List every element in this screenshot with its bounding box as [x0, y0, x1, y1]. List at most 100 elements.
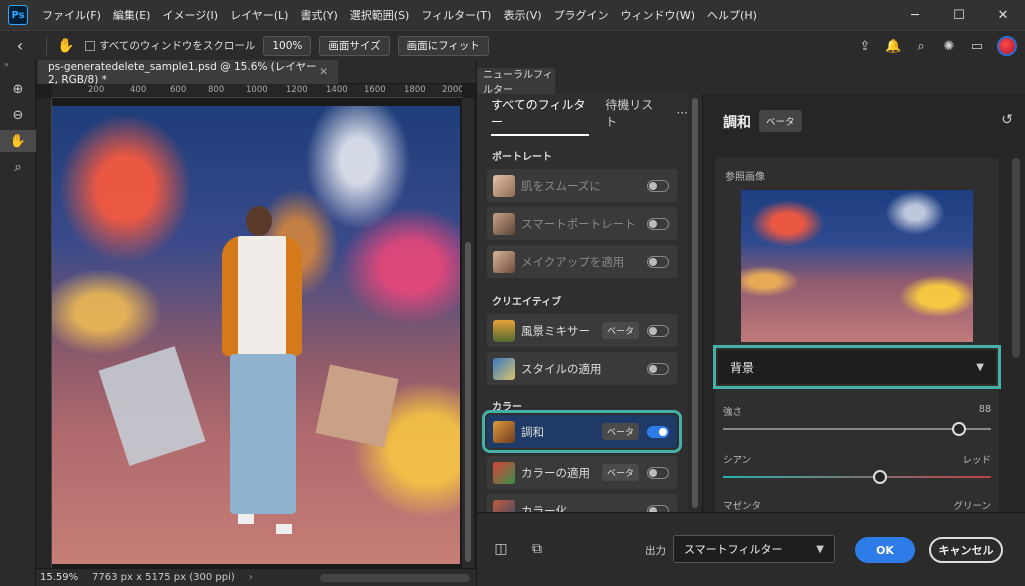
slider-handle[interactable] — [873, 470, 887, 484]
portrait-thumbnail-icon — [493, 212, 515, 235]
filter-list-scrollbar[interactable] — [688, 94, 702, 512]
more-options-icon[interactable]: ··· — [677, 106, 688, 126]
filter-smooth-skin[interactable]: 肌をスムーズに — [487, 169, 677, 202]
layer-preview-icon[interactable]: ⧉ — [527, 541, 547, 561]
dropdown-value: 背景 — [730, 360, 755, 375]
fill-screen-button[interactable]: 画面にフィット — [397, 35, 489, 56]
filter-label: 風景ミキサー — [521, 323, 590, 338]
menu-type[interactable]: 書式(Y) — [294, 7, 343, 23]
filter-tabs: すべてのフィルター 待機リスト ··· — [477, 94, 702, 138]
ruler-tick: 800 — [208, 85, 225, 95]
options-right-icons: ⇪ 🔔 ⌕ ✺ ▭ — [857, 31, 1017, 61]
ruler-tick: 1800 — [404, 85, 426, 95]
menu-window[interactable]: ウィンドウ(W) — [615, 7, 701, 23]
notification-bell-icon[interactable]: 🔔 — [885, 39, 901, 54]
filter-toggle[interactable] — [647, 425, 669, 438]
filter-toggle[interactable] — [647, 362, 669, 375]
menu-image[interactable]: イメージ(I) — [156, 7, 224, 23]
hand-tool-icon[interactable]: ✋ — [53, 38, 79, 54]
slider-handle[interactable] — [952, 422, 966, 436]
filter-style-transfer[interactable]: スタイルの適用 — [487, 352, 677, 385]
filter-toggle[interactable] — [647, 217, 669, 230]
minimize-icon[interactable]: ─ — [893, 0, 937, 30]
reference-image-label: 参照画像 — [725, 172, 765, 183]
filter-toggle[interactable] — [647, 255, 669, 268]
horizontal-ruler: 200 400 600 800 1000 1200 1400 1600 1800… — [52, 84, 462, 98]
filter-title: 調和 — [723, 115, 751, 131]
output-select[interactable]: スマートフィルター ▼ — [673, 535, 835, 563]
menu-filter[interactable]: フィルター(T) — [415, 7, 497, 23]
filter-toggle[interactable] — [647, 324, 669, 337]
tab-all-filters[interactable]: すべてのフィルター — [491, 96, 590, 136]
canvas-horizontal-scrollbar[interactable] — [320, 573, 470, 582]
filter-harmonization[interactable]: 調和 ベータ — [482, 410, 682, 453]
search-icon[interactable]: ⌕ — [913, 39, 929, 54]
filter-toggle[interactable] — [647, 466, 669, 479]
neural-filters-footer: ◫ ⧉ 出力 スマートフィルター ▼ OK キャンセル — [476, 512, 1025, 586]
cyan-red-slider[interactable]: シアン レッド — [723, 452, 991, 484]
document-tab[interactable]: ps-generatedelete_sample1.psd @ 15.6% (レ… — [38, 60, 338, 86]
landscape-thumbnail-icon — [493, 319, 515, 342]
document-dimensions: 7763 px x 5175 px (300 ppi) — [92, 572, 235, 583]
filter-makeup-transfer[interactable]: メイクアップを適用 — [487, 245, 677, 278]
menu-select[interactable]: 選択範囲(S) — [344, 7, 416, 23]
zoom-in-icon[interactable]: ⊕ — [0, 78, 36, 100]
menu-plugins[interactable]: プラグイン — [548, 7, 615, 23]
ruler-tick: 2000 — [442, 85, 462, 95]
settings-scrollbar[interactable] — [1012, 158, 1020, 358]
scroll-all-checkbox[interactable] — [85, 40, 95, 51]
menu-help[interactable]: ヘルプ(H) — [701, 7, 763, 23]
window-controls: ─ ☐ ✕ — [893, 0, 1025, 30]
collapse-icon[interactable]: » — [0, 60, 35, 74]
filter-landscape-mixer[interactable]: 風景ミキサー ベータ — [487, 314, 677, 347]
strength-label: 強さ — [723, 407, 743, 418]
section-creative: クリエイティブ — [492, 297, 562, 308]
filter-label: カラーの適用 — [521, 465, 590, 480]
canvas-vertical-scrollbar[interactable] — [462, 98, 474, 568]
red-label: レッド — [962, 455, 991, 466]
filter-color-transfer[interactable]: カラーの適用 ベータ — [487, 456, 677, 489]
close-tab-icon[interactable]: ✕ — [319, 66, 328, 78]
filter-label: メイクアップを適用 — [521, 254, 625, 269]
neural-filters-panel-tab[interactable]: ニューラルフィルター — [477, 68, 555, 96]
magenta-green-slider[interactable]: マゼンタ グリーン — [723, 498, 991, 512]
filter-smart-portrait[interactable]: スマートポートレート — [487, 207, 677, 240]
section-portrait: ポートレート — [492, 152, 552, 163]
zoom-level[interactable]: 15.59% — [36, 572, 86, 583]
avatar[interactable] — [997, 36, 1017, 56]
maximize-icon[interactable]: ☐ — [937, 0, 981, 30]
zoom-tool-icon[interactable]: ⌕ — [0, 156, 36, 178]
ok-button[interactable]: OK — [855, 537, 915, 563]
cancel-button[interactable]: キャンセル — [929, 537, 1003, 563]
layer-select-dropdown[interactable]: 背景 ▼ — [713, 345, 1001, 389]
menu-file[interactable]: ファイル(F) — [36, 7, 107, 23]
menu-bar: Ps ファイル(F) 編集(E) イメージ(I) レイヤー(L) 書式(Y) 選… — [0, 0, 1025, 30]
reference-image-thumbnail[interactable] — [741, 190, 973, 342]
hand-tool-icon[interactable]: ✋ — [0, 130, 36, 152]
beta-badge: ベータ — [759, 110, 802, 132]
back-arrow-icon[interactable]: ‹ — [0, 36, 40, 55]
lightbulb-icon[interactable]: ✺ — [941, 39, 957, 54]
share-icon[interactable]: ⇪ — [857, 39, 873, 54]
filter-toggle[interactable] — [647, 179, 669, 192]
close-icon[interactable]: ✕ — [981, 0, 1025, 30]
before-after-icon[interactable]: ◫ — [491, 541, 511, 561]
reset-icon[interactable]: ↺ — [1001, 112, 1013, 128]
tab-waitlist[interactable]: 待機リスト — [605, 96, 660, 136]
menu-layer[interactable]: レイヤー(L) — [224, 7, 294, 23]
document-canvas[interactable] — [52, 98, 462, 568]
zoom-100-button[interactable]: 100% — [263, 35, 312, 56]
reference-image-section: 参照画像 背景 ▼ 強さ 88 シアン レッド マゼンタ グリーン — [713, 158, 1001, 512]
menu-edit[interactable]: 編集(E) — [107, 7, 157, 23]
chevron-right-icon[interactable]: › — [249, 572, 253, 583]
filter-label: スマートポートレート — [521, 216, 636, 231]
color-transfer-thumbnail-icon — [493, 461, 515, 484]
menu-view[interactable]: 表示(V) — [497, 7, 547, 23]
workspace-layout-icon[interactable]: ▭ — [969, 39, 985, 54]
photo-image — [52, 106, 460, 564]
zoom-out-icon[interactable]: ⊖ — [0, 104, 36, 126]
makeup-thumbnail-icon — [493, 250, 515, 273]
strength-slider[interactable]: 強さ 88 — [723, 404, 991, 436]
woman-figure — [202, 206, 322, 546]
fit-screen-button[interactable]: 画面サイズ — [319, 35, 390, 56]
